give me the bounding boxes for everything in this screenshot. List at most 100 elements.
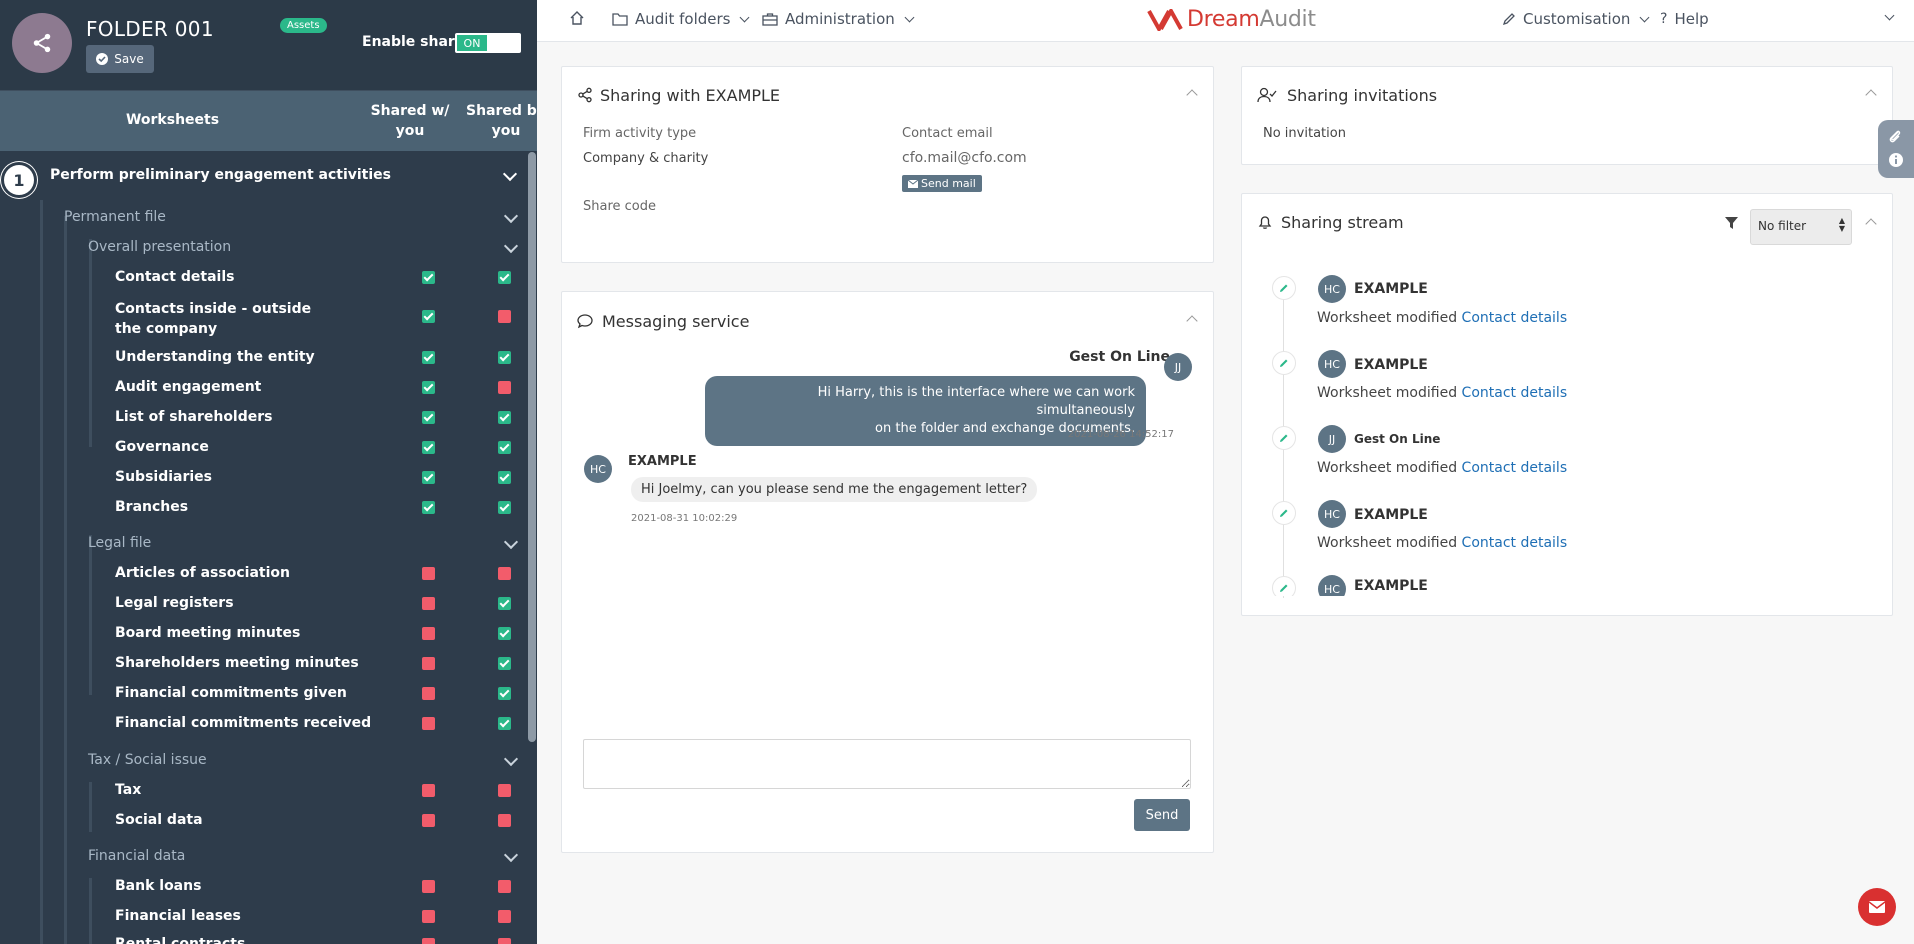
worksheet-item[interactable]: Subsidiaries xyxy=(115,469,537,485)
paperclip-icon[interactable] xyxy=(1888,128,1902,144)
administration-menu[interactable]: Administration xyxy=(762,10,915,28)
shared-by-checkbox[interactable] xyxy=(498,441,511,454)
chevron-up-icon[interactable] xyxy=(1865,89,1877,101)
message-input[interactable] xyxy=(583,739,1191,789)
message-timestamp: 2021-08-26 14:52:17 xyxy=(1067,429,1174,440)
shared-by-checkbox[interactable] xyxy=(498,271,511,284)
home-icon[interactable] xyxy=(569,10,585,26)
worksheet-link[interactable]: Contact details xyxy=(1462,385,1568,401)
info-icon[interactable] xyxy=(1888,152,1904,168)
shared-with-checkbox[interactable] xyxy=(422,411,435,424)
worksheet-link[interactable]: Contact details xyxy=(1462,535,1568,551)
worksheet-item[interactable]: Financial commitments given xyxy=(115,685,537,701)
shared-by-checkbox[interactable] xyxy=(498,657,511,670)
shared-by-checkbox[interactable] xyxy=(498,627,511,640)
share-icon[interactable] xyxy=(12,13,72,73)
worksheet-item[interactable]: Board meeting minutes xyxy=(115,625,537,641)
shared-by-checkbox[interactable] xyxy=(498,687,511,700)
shared-with-checkbox[interactable] xyxy=(422,938,435,944)
stream-filter-select[interactable]: No filter ▲ ▼ xyxy=(1750,209,1852,245)
shared-with-checkbox[interactable] xyxy=(422,784,435,797)
section-permanent-file[interactable]: Permanent file xyxy=(64,209,537,225)
chevron-up-icon[interactable] xyxy=(1865,218,1877,230)
shared-with-checkbox[interactable] xyxy=(422,441,435,454)
worksheet-item[interactable]: Shareholders meeting minutes xyxy=(115,655,537,671)
shared-with-checkbox[interactable] xyxy=(422,567,435,580)
send-button[interactable]: Send xyxy=(1134,799,1190,831)
shared-with-checkbox[interactable] xyxy=(422,687,435,700)
worksheet-item[interactable]: Social data xyxy=(115,812,537,828)
worksheet-item[interactable]: Understanding the entity xyxy=(115,349,537,365)
shared-with-checkbox[interactable] xyxy=(422,657,435,670)
shared-with-checkbox[interactable] xyxy=(422,351,435,364)
side-tools-tab[interactable] xyxy=(1878,120,1914,178)
shared-by-checkbox[interactable] xyxy=(498,381,511,394)
shared-by-checkbox[interactable] xyxy=(498,880,511,893)
shared-by-checkbox[interactable] xyxy=(498,501,511,514)
send-mail-button[interactable]: Send mail xyxy=(902,175,982,192)
audit-folders-menu[interactable]: Audit folders xyxy=(612,10,750,28)
save-button[interactable]: Save xyxy=(86,45,154,73)
customisation-menu[interactable]: Customisation xyxy=(1502,10,1650,28)
message-bubble-incoming: Hi Joelmy, can you please send me the en… xyxy=(631,477,1038,502)
assets-badge[interactable]: Assets xyxy=(280,18,327,33)
shared-with-checkbox[interactable] xyxy=(422,271,435,284)
worksheet-link[interactable]: Contact details xyxy=(1462,310,1568,326)
step-number: 1 xyxy=(4,165,34,195)
dreamaudit-logo[interactable]: Dream Audit xyxy=(1147,7,1316,32)
avatar: HC xyxy=(1318,275,1346,303)
shared-with-checkbox[interactable] xyxy=(422,597,435,610)
shared-by-checkbox[interactable] xyxy=(498,471,511,484)
chevron-down-icon[interactable] xyxy=(1884,10,1895,21)
shared-by-checkbox[interactable] xyxy=(498,717,511,730)
worksheet-item[interactable]: Contacts inside - outside the company xyxy=(115,299,335,339)
chevron-up-icon[interactable] xyxy=(1186,315,1198,327)
shared-by-checkbox[interactable] xyxy=(498,814,511,827)
shared-by-checkbox[interactable] xyxy=(498,910,511,923)
step-row[interactable]: 1 Perform preliminary engagement activit… xyxy=(0,152,537,200)
worksheet-link[interactable]: Contact details xyxy=(1462,460,1568,476)
section-financial-data[interactable]: Financial data xyxy=(88,848,537,864)
section-overall-presentation[interactable]: Overall presentation xyxy=(88,239,537,255)
shared-with-checkbox[interactable] xyxy=(422,310,435,323)
worksheet-item[interactable]: Rental contracts xyxy=(115,936,537,944)
shared-by-checkbox[interactable] xyxy=(498,938,511,944)
shared-with-checkbox[interactable] xyxy=(422,814,435,827)
shared-with-checkbox[interactable] xyxy=(422,627,435,640)
shared-with-checkbox[interactable] xyxy=(422,717,435,730)
section-tax-social[interactable]: Tax / Social issue xyxy=(88,752,537,768)
shared-by-checkbox[interactable] xyxy=(498,567,511,580)
worksheet-item[interactable]: List of shareholders xyxy=(115,409,537,425)
shared-with-checkbox[interactable] xyxy=(422,381,435,394)
worksheet-item[interactable]: Tax xyxy=(115,782,537,798)
help-menu[interactable]: ? Help xyxy=(1660,10,1709,28)
worksheet-item[interactable]: Bank loans xyxy=(115,878,537,894)
shared-with-checkbox[interactable] xyxy=(422,501,435,514)
shared-by-checkbox[interactable] xyxy=(498,310,511,323)
shared-by-checkbox[interactable] xyxy=(498,597,511,610)
chevron-up-icon[interactable] xyxy=(1186,89,1198,101)
stream-action: Worksheet modified xyxy=(1317,460,1458,476)
worksheet-tree: 1 Perform preliminary engagement activit… xyxy=(0,152,537,944)
worksheet-item[interactable]: Branches xyxy=(115,499,537,515)
worksheet-item[interactable]: Contact details xyxy=(115,269,537,285)
enable-share-toggle[interactable]: ON xyxy=(455,33,521,53)
worksheet-item[interactable]: Audit engagement xyxy=(115,379,537,395)
section-legal-file[interactable]: Legal file xyxy=(88,535,537,551)
shared-with-checkbox[interactable] xyxy=(422,471,435,484)
shared-by-checkbox[interactable] xyxy=(498,411,511,424)
stream-user-name: EXAMPLE xyxy=(1354,357,1428,373)
shared-by-checkbox[interactable] xyxy=(498,351,511,364)
worksheet-item[interactable]: Financial leases xyxy=(115,908,537,924)
worksheet-item[interactable]: Financial commitments received xyxy=(115,715,537,731)
mail-fab-button[interactable] xyxy=(1858,888,1896,926)
chevron-down-icon[interactable] xyxy=(502,166,518,182)
shared-with-checkbox[interactable] xyxy=(422,880,435,893)
worksheet-item[interactable]: Governance xyxy=(115,439,537,455)
sidebar-scrollbar[interactable] xyxy=(528,152,536,742)
filter-icon[interactable] xyxy=(1725,217,1738,230)
shared-with-checkbox[interactable] xyxy=(422,910,435,923)
worksheet-item[interactable]: Legal registers xyxy=(115,595,537,611)
shared-by-checkbox[interactable] xyxy=(498,784,511,797)
worksheet-item[interactable]: Articles of association xyxy=(115,565,537,581)
